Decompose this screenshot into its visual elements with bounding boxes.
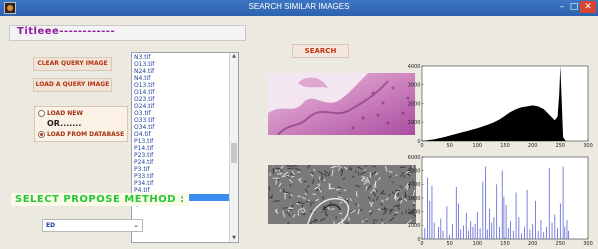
x-tick-label: 250: [556, 143, 566, 149]
histogram-charts: 0 50 100 150 200 250 30001000200030004000 0 50 1…: [408, 64, 593, 247]
load-from-database-label: LOAD FROM DATABASE: [47, 131, 125, 138]
title-text-field[interactable]: Titleee------------: [9, 25, 246, 41]
y-tick-label: 4000: [408, 182, 421, 188]
x-tick-label: 300: [583, 241, 593, 247]
x-tick-label: 150: [500, 241, 510, 247]
scroll-down-icon[interactable]: ▼: [230, 235, 238, 242]
chevron-down-icon: ⌄: [133, 221, 139, 229]
file-list-item[interactable]: P14.tif: [134, 145, 230, 152]
or-label: OR.......: [47, 119, 82, 128]
y-tick-label: 1000: [408, 120, 421, 126]
title-text: Titleee------------: [17, 26, 116, 37]
x-tick-label: 200: [528, 143, 538, 149]
texture-stroke: [279, 189, 281, 192]
load-from-database-radio[interactable]: LOAD FROM DATABASE: [38, 131, 124, 138]
texture-stroke: [338, 191, 341, 195]
feature-bar-chart: 0 50 100 150 200 250 3000100020003000400050006…: [408, 155, 593, 247]
x-tick-label: 0: [420, 143, 423, 149]
load-query-image-button[interactable]: LOAD A QUERY IMAGE: [33, 78, 112, 92]
x-tick-label: 0: [420, 241, 423, 247]
x-tick-label: 250: [556, 241, 566, 247]
file-list-item[interactable]: P34.tif: [134, 180, 230, 187]
y-tick-label: 2000: [408, 209, 421, 215]
texture-stroke: [287, 167, 295, 170]
radio-checked-icon: [38, 131, 45, 138]
window-titlebar: SEARCH SIMILAR IMAGES – □ ✕: [0, 0, 598, 16]
x-tick-label: 100: [473, 143, 483, 149]
file-list-item[interactable]: N24.tif: [134, 68, 230, 75]
y-tick-label: 5000: [408, 168, 421, 174]
scroll-up-icon[interactable]: ▲: [230, 53, 238, 60]
y-tick-label: 0: [417, 237, 420, 243]
file-list-item[interactable]: O13.tif: [134, 61, 230, 68]
y-tick-label: 0: [417, 139, 420, 145]
texture-stroke: [388, 171, 393, 173]
x-tick-label: 150: [500, 143, 510, 149]
file-list-item[interactable]: N3.tif: [134, 54, 230, 61]
select-method-label: SELECT PROPOSE METHOD :: [11, 193, 189, 206]
file-list-item[interactable]: O33.tif: [134, 117, 230, 124]
radio-unchecked-icon: [38, 110, 45, 117]
y-tick-label: 6000: [408, 155, 421, 161]
file-list-item[interactable]: O24.tif: [134, 103, 230, 110]
x-tick-label: 300: [583, 143, 593, 149]
x-tick-label: 50: [446, 241, 452, 247]
method-selected-value: ED: [46, 222, 56, 229]
file-list-item[interactable]: O3.tif: [134, 110, 230, 117]
file-list-item[interactable]: O23.tif: [134, 96, 230, 103]
file-list-item[interactable]: P33.tif: [134, 173, 230, 180]
file-list-item[interactable]: O34.tif: [134, 124, 230, 131]
y-tick-label: 1000: [408, 223, 421, 229]
load-new-label: LOAD NEW: [47, 110, 83, 117]
texture-stroke: [339, 212, 343, 215]
texture-stroke: [271, 194, 273, 199]
x-tick-label: 100: [473, 241, 483, 247]
image-file-list[interactable]: N3.tif O13.tif N24.tif N4.tif O13.tif O14.tif…: [131, 52, 239, 243]
texture-stroke: [282, 207, 288, 209]
file-list-item[interactable]: P23.tif: [134, 152, 230, 159]
file-list-item[interactable]: O14.tif: [134, 89, 230, 96]
file-list-item[interactable]: P3.tif: [134, 166, 230, 173]
texture-stroke: [301, 204, 304, 208]
texture-stroke: [290, 175, 295, 178]
y-tick-label: 2000: [408, 101, 421, 107]
file-list-item[interactable]: O13.tif: [134, 82, 230, 89]
clear-query-image-button[interactable]: CLEAR QUERY IMAGE: [33, 57, 112, 71]
x-tick-label: 50: [446, 143, 452, 149]
list-scrollbar[interactable]: ▲ ▼: [229, 53, 238, 242]
x-tick-label: 200: [528, 241, 538, 247]
scroll-thumb[interactable]: [231, 143, 237, 163]
method-dropdown[interactable]: ED ⌄: [42, 219, 143, 232]
y-tick-label: 4000: [408, 64, 421, 70]
texture-stroke: [317, 183, 321, 186]
file-list-item[interactable]: N4.tif: [134, 75, 230, 82]
file-list-item[interactable]: P24.tif: [134, 159, 230, 166]
query-image: [268, 73, 415, 135]
window-title: SEARCH SIMILAR IMAGES: [248, 2, 350, 11]
y-tick-label: 3000: [408, 196, 421, 202]
file-list-items: N3.tif O13.tif N24.tif N4.tif O13.tif O14.tif…: [134, 54, 230, 208]
texture-stroke: [312, 193, 317, 196]
texture-stroke: [288, 174, 290, 178]
close-icon[interactable]: ✕: [580, 1, 596, 13]
file-list-item[interactable]: P13.tif: [134, 138, 230, 145]
texture-stroke: [273, 167, 281, 170]
image-source-panel: LOAD NEW OR....... LOAD FROM DATABASE: [34, 106, 128, 142]
intensity-histogram-chart: 0 50 100 150 200 250 30001000200030004000: [408, 64, 593, 149]
maximize-icon[interactable]: □: [568, 1, 580, 13]
search-button[interactable]: SEARCH: [292, 44, 349, 58]
minimize-icon[interactable]: –: [556, 1, 568, 13]
y-tick-label: 3000: [408, 83, 421, 89]
gradient-feature-image: [268, 165, 416, 224]
file-list-item[interactable]: O4.tif: [134, 131, 230, 138]
load-new-radio[interactable]: LOAD NEW: [38, 110, 83, 117]
